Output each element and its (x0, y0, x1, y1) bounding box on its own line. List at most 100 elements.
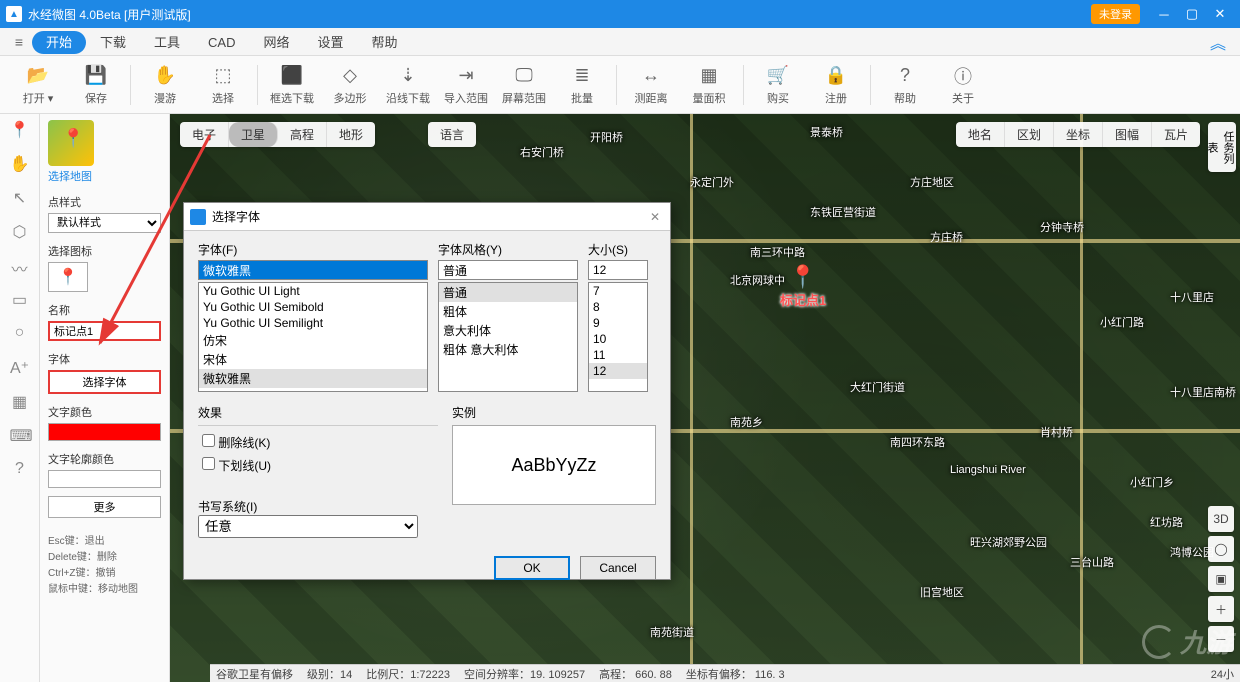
effects-label: 效果 (198, 404, 438, 421)
leftstrip-tool-10[interactable]: ? (10, 460, 30, 480)
list-item[interactable]: 粗体 意大利体 (439, 340, 577, 359)
leftstrip-tool-4[interactable]: 〰 (10, 256, 30, 276)
tool-关于[interactable]: ⓘ关于 (935, 64, 991, 106)
leftstrip-tool-8[interactable]: ▦ (10, 392, 30, 412)
menu-tab-6[interactable]: 帮助 (358, 31, 412, 54)
list-item[interactable]: 12 (589, 363, 647, 379)
font-style-input[interactable] (438, 260, 578, 280)
map-marker[interactable]: 📍 标记点1 (780, 264, 826, 309)
layer-tab-卫星[interactable]: 卫星 (229, 122, 278, 147)
layer-tab-电子[interactable]: 电子 (180, 122, 229, 147)
label-tab-图幅[interactable]: 图幅 (1103, 122, 1152, 147)
map-ctrl-3[interactable]: ＋ (1208, 596, 1234, 622)
font-family-list[interactable]: Yu Gothic UI LightYu Gothic UI SemiboldY… (198, 282, 428, 392)
language-button[interactable]: 语言 (428, 122, 476, 147)
ok-button[interactable]: OK (494, 556, 570, 580)
label-tab-坐标[interactable]: 坐标 (1054, 122, 1103, 147)
map-source-thumbnail[interactable] (48, 120, 94, 166)
minimize-button[interactable]: － (1150, 5, 1178, 24)
leftstrip-tool-1[interactable]: ✋ (10, 154, 30, 174)
dialog-close-button[interactable]: ✕ (646, 210, 664, 224)
menu-tab-3[interactable]: CAD (194, 31, 249, 54)
list-item[interactable]: Yu Gothic UI Semibold (199, 299, 427, 315)
font-family-input[interactable] (198, 260, 428, 280)
menu-tab-4[interactable]: 网络 (250, 31, 304, 54)
font-size-input[interactable] (588, 260, 648, 280)
label-tab-区划[interactable]: 区划 (1005, 122, 1054, 147)
list-item[interactable]: 宋体 (199, 350, 427, 369)
dialog-logo-icon (190, 209, 206, 225)
layer-tab-高程[interactable]: 高程 (278, 122, 327, 147)
tool-导入范围[interactable]: ⇥导入范围 (438, 64, 494, 106)
icon-picker[interactable]: 📍 (48, 262, 88, 292)
tool-打开[interactable]: 📂打开 ▾ (10, 64, 66, 106)
tool-批量[interactable]: ≣批量 (554, 64, 610, 106)
place-label: 南苑乡 (730, 414, 763, 430)
tool-选择[interactable]: ⬚选择 (195, 64, 251, 106)
list-item[interactable]: 粗体 (439, 302, 577, 321)
map-ctrl-2[interactable]: ▣ (1208, 566, 1234, 592)
name-input[interactable] (48, 321, 161, 341)
menu-tab-5[interactable]: 设置 (304, 31, 358, 54)
map-ctrl-4[interactable]: － (1208, 626, 1234, 652)
leftstrip-tool-6[interactable]: ○ (10, 324, 30, 344)
leftstrip-tool-9[interactable]: ⌨ (10, 426, 30, 446)
font-size-list[interactable]: 789101112 (588, 282, 648, 392)
menu-tab-0[interactable]: 开始 (32, 31, 86, 54)
writing-system-select[interactable]: 任意 (198, 515, 418, 538)
leftstrip-tool-5[interactable]: ▭ (10, 290, 30, 310)
tool-测距离[interactable]: ↔测距离 (623, 64, 679, 106)
hint-line: Delete键：删除 (48, 550, 161, 566)
list-item[interactable]: Yu Gothic UI Light (199, 283, 427, 299)
list-item[interactable]: 11 (589, 347, 647, 363)
text-color-swatch[interactable] (48, 423, 161, 441)
close-button[interactable]: ✕ (1206, 6, 1234, 22)
menu-tab-1[interactable]: 下载 (86, 31, 140, 54)
place-label: 小红门乡 (1130, 474, 1174, 490)
label-tab-瓦片[interactable]: 瓦片 (1152, 122, 1200, 147)
collapse-ribbon-icon[interactable]: ︽ (1202, 30, 1234, 54)
point-style-select[interactable]: 默认样式 (48, 213, 161, 233)
label-tab-地名[interactable]: 地名 (956, 122, 1005, 147)
list-item[interactable]: 仿宋 (199, 331, 427, 350)
leftstrip-tool-2[interactable]: ↖ (10, 188, 30, 208)
list-item[interactable]: 8 (589, 299, 647, 315)
tool-沿线下载[interactable]: ⇣沿线下载 (380, 64, 436, 106)
leftstrip-tool-7[interactable]: A⁺ (10, 358, 30, 378)
tool-注册[interactable]: 🔒注册 (808, 64, 864, 106)
underline-checkbox[interactable]: 下划线(U) (202, 457, 434, 474)
tool-漫游[interactable]: ✋漫游 (137, 64, 193, 106)
menu-tab-2[interactable]: 工具 (140, 31, 194, 54)
task-list-button[interactable]: 任务列表 (1208, 122, 1236, 172)
font-style-list[interactable]: 普通粗体意大利体粗体 意大利体 (438, 282, 578, 392)
hamburger-icon[interactable]: ≡ (6, 34, 32, 50)
list-item[interactable]: 7 (589, 283, 647, 299)
login-badge[interactable]: 未登录 (1091, 4, 1140, 24)
list-item[interactable]: 微软雅黑 (199, 369, 427, 388)
tool-购买[interactable]: 🛒购买 (750, 64, 806, 106)
list-item[interactable]: 普通 (439, 283, 577, 302)
map-ctrl-1[interactable]: ◯ (1208, 536, 1234, 562)
list-item[interactable]: 10 (589, 331, 647, 347)
maximize-button[interactable]: ▢ (1178, 6, 1206, 22)
choose-font-button[interactable]: 选择字体 (48, 370, 161, 394)
layer-tab-地形[interactable]: 地形 (327, 122, 375, 147)
list-item[interactable]: 9 (589, 315, 647, 331)
leftstrip-tool-0[interactable]: 📍 (10, 120, 30, 140)
tool-屏幕范围[interactable]: 🖵屏幕范围 (496, 64, 552, 106)
tool-帮助[interactable]: ?帮助 (877, 64, 933, 106)
tool-保存[interactable]: 💾保存 (68, 64, 124, 106)
more-button[interactable]: 更多 (48, 496, 161, 518)
map-ctrl-0[interactable]: 3D (1208, 506, 1234, 532)
strikethrough-checkbox[interactable]: 删除线(K) (202, 434, 434, 451)
list-item[interactable]: Yu Gothic UI Semilight (199, 315, 427, 331)
tool-多边形[interactable]: ◇多边形 (322, 64, 378, 106)
layer-tabs: 电子卫星高程地形 (180, 122, 375, 147)
tool-框选下载[interactable]: ⬛框选下载 (264, 64, 320, 106)
tool-量面积[interactable]: ▦量面积 (681, 64, 737, 106)
cancel-button[interactable]: Cancel (580, 556, 656, 580)
map-source-label[interactable]: 选择地图 (48, 168, 161, 184)
leftstrip-tool-3[interactable]: ⬡ (10, 222, 30, 242)
outline-color-swatch[interactable] (48, 470, 161, 488)
list-item[interactable]: 意大利体 (439, 321, 577, 340)
